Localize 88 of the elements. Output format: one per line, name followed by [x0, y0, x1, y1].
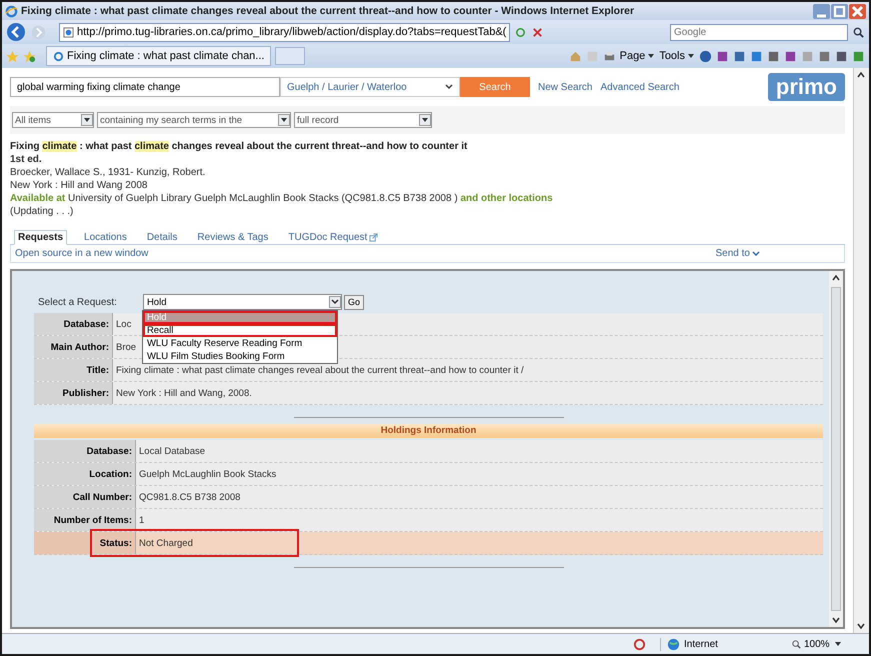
add-on-icon[interactable]	[835, 50, 848, 62]
browser-tab[interactable]: Fixing climate : what past climate chan...	[46, 46, 272, 66]
search-link[interactable]: New Search	[538, 82, 592, 92]
caret-icon	[834, 640, 842, 648]
availability-label: Available at	[10, 193, 66, 204]
field-value: Not Charged	[138, 536, 193, 550]
field-label: Status:	[34, 532, 136, 554]
globe-icon	[667, 638, 680, 650]
field-value: New York : Hill and Wang, 2008.	[115, 386, 252, 400]
request-option[interactable]: WLU Faculty Reserve Reading Form	[142, 337, 337, 350]
record-tab[interactable]: Reviews & Tags	[194, 230, 272, 244]
search-icon[interactable]	[852, 26, 865, 38]
caret-icon	[752, 250, 760, 258]
stop-icon[interactable]	[531, 26, 544, 38]
caret-icon	[647, 52, 656, 60]
toolbar-menu[interactable]: Tools	[659, 50, 695, 62]
field-label: Title:	[34, 359, 113, 381]
field-label: Database:	[34, 313, 113, 335]
page-icon	[63, 26, 74, 38]
zoom-level[interactable]: 100%	[791, 638, 861, 650]
home-icon[interactable]	[568, 50, 582, 62]
filter-dropdown[interactable]: containing my search terms in the	[97, 112, 291, 128]
field-label: Number of Items:	[34, 509, 136, 531]
scrollbar-thumb[interactable]	[831, 287, 841, 611]
field-label: Main Author:	[34, 336, 113, 358]
minimize-button[interactable]	[813, 4, 830, 18]
scope-dropdown[interactable]: Guelph / Laurier / Waterloo	[280, 77, 460, 97]
field-value: QC981.8.C5 B738 2008	[138, 490, 240, 504]
request-option[interactable]: WLU Film Studies Booking Form	[142, 350, 337, 363]
send-to-menu[interactable]: Send to	[716, 248, 760, 259]
scrollbar[interactable]	[853, 68, 869, 633]
maximize-button[interactable]	[831, 4, 848, 18]
star-icon[interactable]	[6, 50, 19, 62]
field-value: Local Database	[138, 444, 206, 458]
toolbar-menu[interactable]: Page	[620, 50, 656, 62]
field-label: Call Number:	[34, 486, 136, 508]
tab-title: Fixing climate : what past climate chan...	[67, 50, 264, 62]
field-value: Fixing climate : what past climate changes reveal about the current threat--and how to counter it /	[115, 364, 524, 378]
field-label: Database:	[34, 440, 136, 462]
record-tab[interactable]: TUGDoc Request	[285, 230, 382, 244]
magnifier-icon	[791, 638, 802, 650]
location-text: University of Guelph Library Guelph McLaughlin Book Stacks (QC981.8.C5 B738 2008 )	[68, 193, 458, 204]
publisher-text: New York : Hill and Wang 2008	[10, 179, 148, 192]
field-value: Guelph McLaughlin Book Stacks	[138, 468, 276, 482]
record-title[interactable]: Fixing climate : what past climate changes reveal about the current threat--and how to counter it	[10, 140, 845, 153]
scrollbar[interactable]	[829, 271, 843, 627]
record-tab[interactable]: Locations	[81, 230, 130, 244]
add-on-icon[interactable]	[784, 50, 797, 62]
add-favorite-icon[interactable]	[23, 50, 36, 62]
field-value: Loc	[115, 318, 132, 332]
add-on-icon[interactable]	[852, 50, 865, 62]
back-button[interactable]	[6, 22, 26, 42]
primo-logo: primo	[768, 73, 845, 101]
external-link-icon	[369, 232, 378, 242]
add-on-icon[interactable]	[767, 50, 780, 62]
holdings-header: Holdings Information	[34, 424, 823, 438]
add-on-icon[interactable]	[818, 50, 831, 62]
browser-logo-icon	[5, 4, 18, 18]
new-tab-button[interactable]	[275, 47, 306, 65]
authors-text: Broecker, Wallace S., 1931- Kunzig, Robert.	[10, 166, 206, 179]
add-on-icon[interactable]	[750, 50, 763, 62]
update-note: (Updating . . .)	[10, 205, 74, 218]
filter-dropdown[interactable]: full record	[294, 112, 432, 128]
search-link[interactable]: Advanced Search	[600, 82, 680, 92]
field-value: 1	[138, 514, 144, 528]
record-tab[interactable]: Requests	[14, 230, 68, 245]
close-button[interactable]	[849, 4, 866, 18]
add-on-icon[interactable]	[716, 50, 729, 62]
open-source-link[interactable]: Open source in a new window	[15, 248, 148, 259]
add-on-icon[interactable]	[733, 50, 746, 62]
search-field[interactable]: Google	[670, 24, 848, 40]
caret-icon	[687, 52, 695, 60]
field-label: Location:	[34, 463, 136, 485]
search-query-field[interactable]: global warming fixing climate change	[10, 77, 280, 97]
page-icon	[53, 50, 64, 62]
address-field[interactable]: http://primo.tug-libraries.on.ca/primo_library/libweb/action/display.do?tabs=requestTab&(	[59, 22, 510, 42]
window-title: Fixing climate : what past climate changes reveal about the current threat--and how to counter - Windows Internet Explorer	[21, 5, 634, 17]
print-icon[interactable]	[602, 50, 616, 62]
caret-icon	[445, 83, 453, 91]
record-tab[interactable]: Details	[144, 230, 180, 244]
filter-dropdown[interactable]: All items	[12, 112, 94, 128]
request-label: Select a Request:	[38, 296, 117, 308]
field-label: Publisher:	[34, 382, 113, 404]
request-option[interactable]: Recall	[142, 324, 337, 337]
field-value: Broe	[115, 340, 136, 354]
go-button[interactable]: Go	[344, 294, 364, 310]
edition-text: 1st ed.	[10, 153, 43, 166]
security-zone: Internet	[684, 638, 718, 650]
